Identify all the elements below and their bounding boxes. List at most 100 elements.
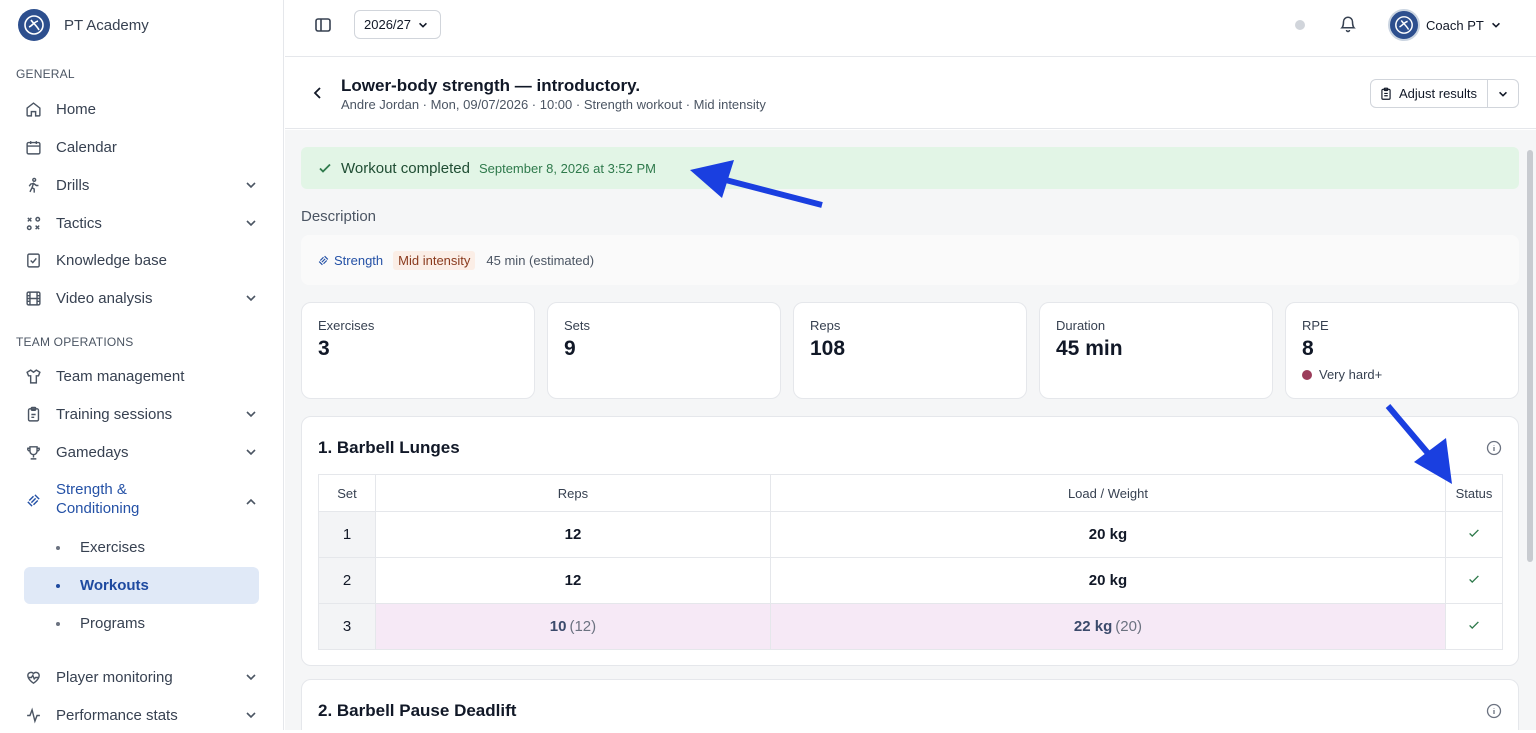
sidebar-item-label: Video analysis [56,289,153,307]
column-header-set: Set [318,474,376,512]
brand[interactable]: PT Academy [18,9,149,41]
exercise-title: 2. Barbell Pause Deadlift [318,701,517,720]
sidebar-item-label: Gamedays [56,443,129,461]
sidebar-item-team-management[interactable]: Team management [16,358,268,394]
page-header: Lower-body strength — introductory. Andr… [285,58,1536,129]
table-row[interactable]: 3 10 (12) 22 kg (20) [318,603,1503,650]
back-arrow-icon[interactable] [311,86,325,100]
sidebar-item-calendar[interactable]: Calendar [16,129,268,165]
sidebar-item-tactics[interactable]: Tactics [16,205,268,241]
rpe-note: Very hard+ [1302,367,1502,382]
sidebar-subitem-workouts[interactable]: Workouts [24,567,259,604]
tactics-icon [24,214,42,232]
bell-icon[interactable] [1339,15,1357,33]
sidebar-item-training-sessions[interactable]: Training sessions [16,396,268,432]
user-name: Coach PT [1426,17,1484,33]
set-number: 3 [318,603,376,650]
load-cell: 20 kg [769,557,1447,604]
shirt-icon [24,367,42,385]
completed-title: Workout completed [341,159,470,177]
sidebar-item-home[interactable]: Home [16,91,268,127]
topbar: 2026/27 Coach PT [285,0,1536,57]
load-cell: 20 kg [769,511,1447,558]
chevron-down-icon [246,449,256,456]
exercise-card-2: 2. Barbell Pause Deadlift [301,679,1519,730]
bullet-icon [56,545,60,550]
scrollbar[interactable] [1527,150,1533,562]
reps-cell: 12 [375,511,771,558]
chevron-down-icon [246,220,256,227]
sidebar-item-knowledge-base[interactable]: Knowledge base [16,242,268,278]
sidebar-item-strength-conditioning[interactable]: Strength & Conditioning [16,480,268,524]
table-header-row: Set Reps Load / Weight Status [318,474,1503,512]
sidebar-item-performance-stats[interactable]: Performance stats [16,697,268,733]
exercise-card-1: 1. Barbell Lunges Set Reps Load / Weight… [301,416,1519,666]
column-header-reps: Reps [375,474,771,512]
check-icon [1469,620,1479,629]
column-header-status: Status [1445,474,1503,512]
sets-table: Set Reps Load / Weight Status 1 12 20 kg… [318,474,1503,650]
description-label: Description [301,208,377,225]
sidebar-item-label: Player monitoring [56,668,173,686]
sidebar-subitem-programs[interactable]: Programs [24,605,259,642]
info-icon[interactable] [1486,440,1502,456]
stat-card-rpe: RPE 8 Very hard+ [1285,302,1519,399]
adjust-results-group: Adjust results [1370,79,1520,108]
load-cell: 22 kg (20) [769,603,1447,650]
stat-card-reps: Reps 108 [793,302,1027,399]
chevron-down-icon [246,674,256,681]
check-icon [1469,574,1479,583]
sidebar-item-player-monitoring[interactable]: Player monitoring [16,659,268,695]
chevron-down-icon [246,295,256,302]
sidebar-item-gamedays[interactable]: Gamedays [16,434,268,470]
sidebar-item-video-analysis[interactable]: Video analysis [16,280,268,316]
adjust-results-button[interactable]: Adjust results [1371,80,1489,107]
trophy-icon [24,443,42,461]
sidebar: PT Academy GENERAL Home Calendar Drills … [0,0,284,730]
planned-load: (20) [1115,618,1142,635]
adjust-results-dropdown[interactable] [1488,80,1518,107]
section-label-team-operations: TEAM OPERATIONS [16,335,134,349]
check-icon [319,163,331,173]
user-menu[interactable]: Coach PT [1388,9,1502,41]
table-row[interactable]: 1 12 20 kg [318,511,1503,558]
sidebar-item-label: Training sessions [56,405,173,423]
sidebar-subitem-exercises[interactable]: Exercises [24,529,259,566]
stat-card-exercises: Exercises 3 [301,302,535,399]
clipboard-icon [1381,87,1391,100]
chevron-down-icon [246,182,256,189]
duration-text: 45 min (estimated) [486,252,595,268]
connection-status-dot [1295,20,1305,30]
description-box: Strength Mid intensity 45 min (estimated… [301,235,1519,285]
sidebar-item-drills[interactable]: Drills [16,167,268,203]
home-icon [24,100,42,118]
clipboard-icon [24,405,42,423]
sidebar-item-label: Home [56,100,97,118]
sidebar-item-label: Tactics [56,214,102,232]
reps-cell: 10 (12) [375,603,771,650]
chevron-up-icon [246,498,256,505]
sidebar-item-label: Drills [56,176,90,194]
stat-card-sets: Sets 9 [547,302,781,399]
sidebar-toggle-icon[interactable] [314,16,332,34]
avatar [1388,9,1420,41]
reps-cell: 12 [375,557,771,604]
intensity-badge: Mid intensity [393,250,476,270]
status-cell [1445,557,1503,604]
dumbbell-icon [318,255,329,265]
table-row[interactable]: 2 12 20 kg [318,557,1503,604]
info-icon[interactable] [1486,703,1502,719]
planned-reps: (12) [569,618,597,635]
film-icon [24,289,42,307]
main-content: Workout completed September 8, 2026 at 3… [285,130,1536,730]
season-select[interactable]: 2026/27 [354,10,441,39]
sidebar-item-label: Team management [56,367,185,385]
column-header-load: Load / Weight [769,474,1447,512]
sidebar-item-label: Performance stats [56,706,178,724]
season-value: 2026/27 [364,17,411,32]
page-subtitle: Andre Jordan · Mon, 09/07/2026 · 10:00 ·… [341,97,766,112]
workout-completed-banner: Workout completed September 8, 2026 at 3… [301,147,1519,189]
chevron-down-icon [1491,22,1500,28]
chevron-down-icon [419,22,427,28]
page-title: Lower-body strength — introductory. [341,76,641,95]
